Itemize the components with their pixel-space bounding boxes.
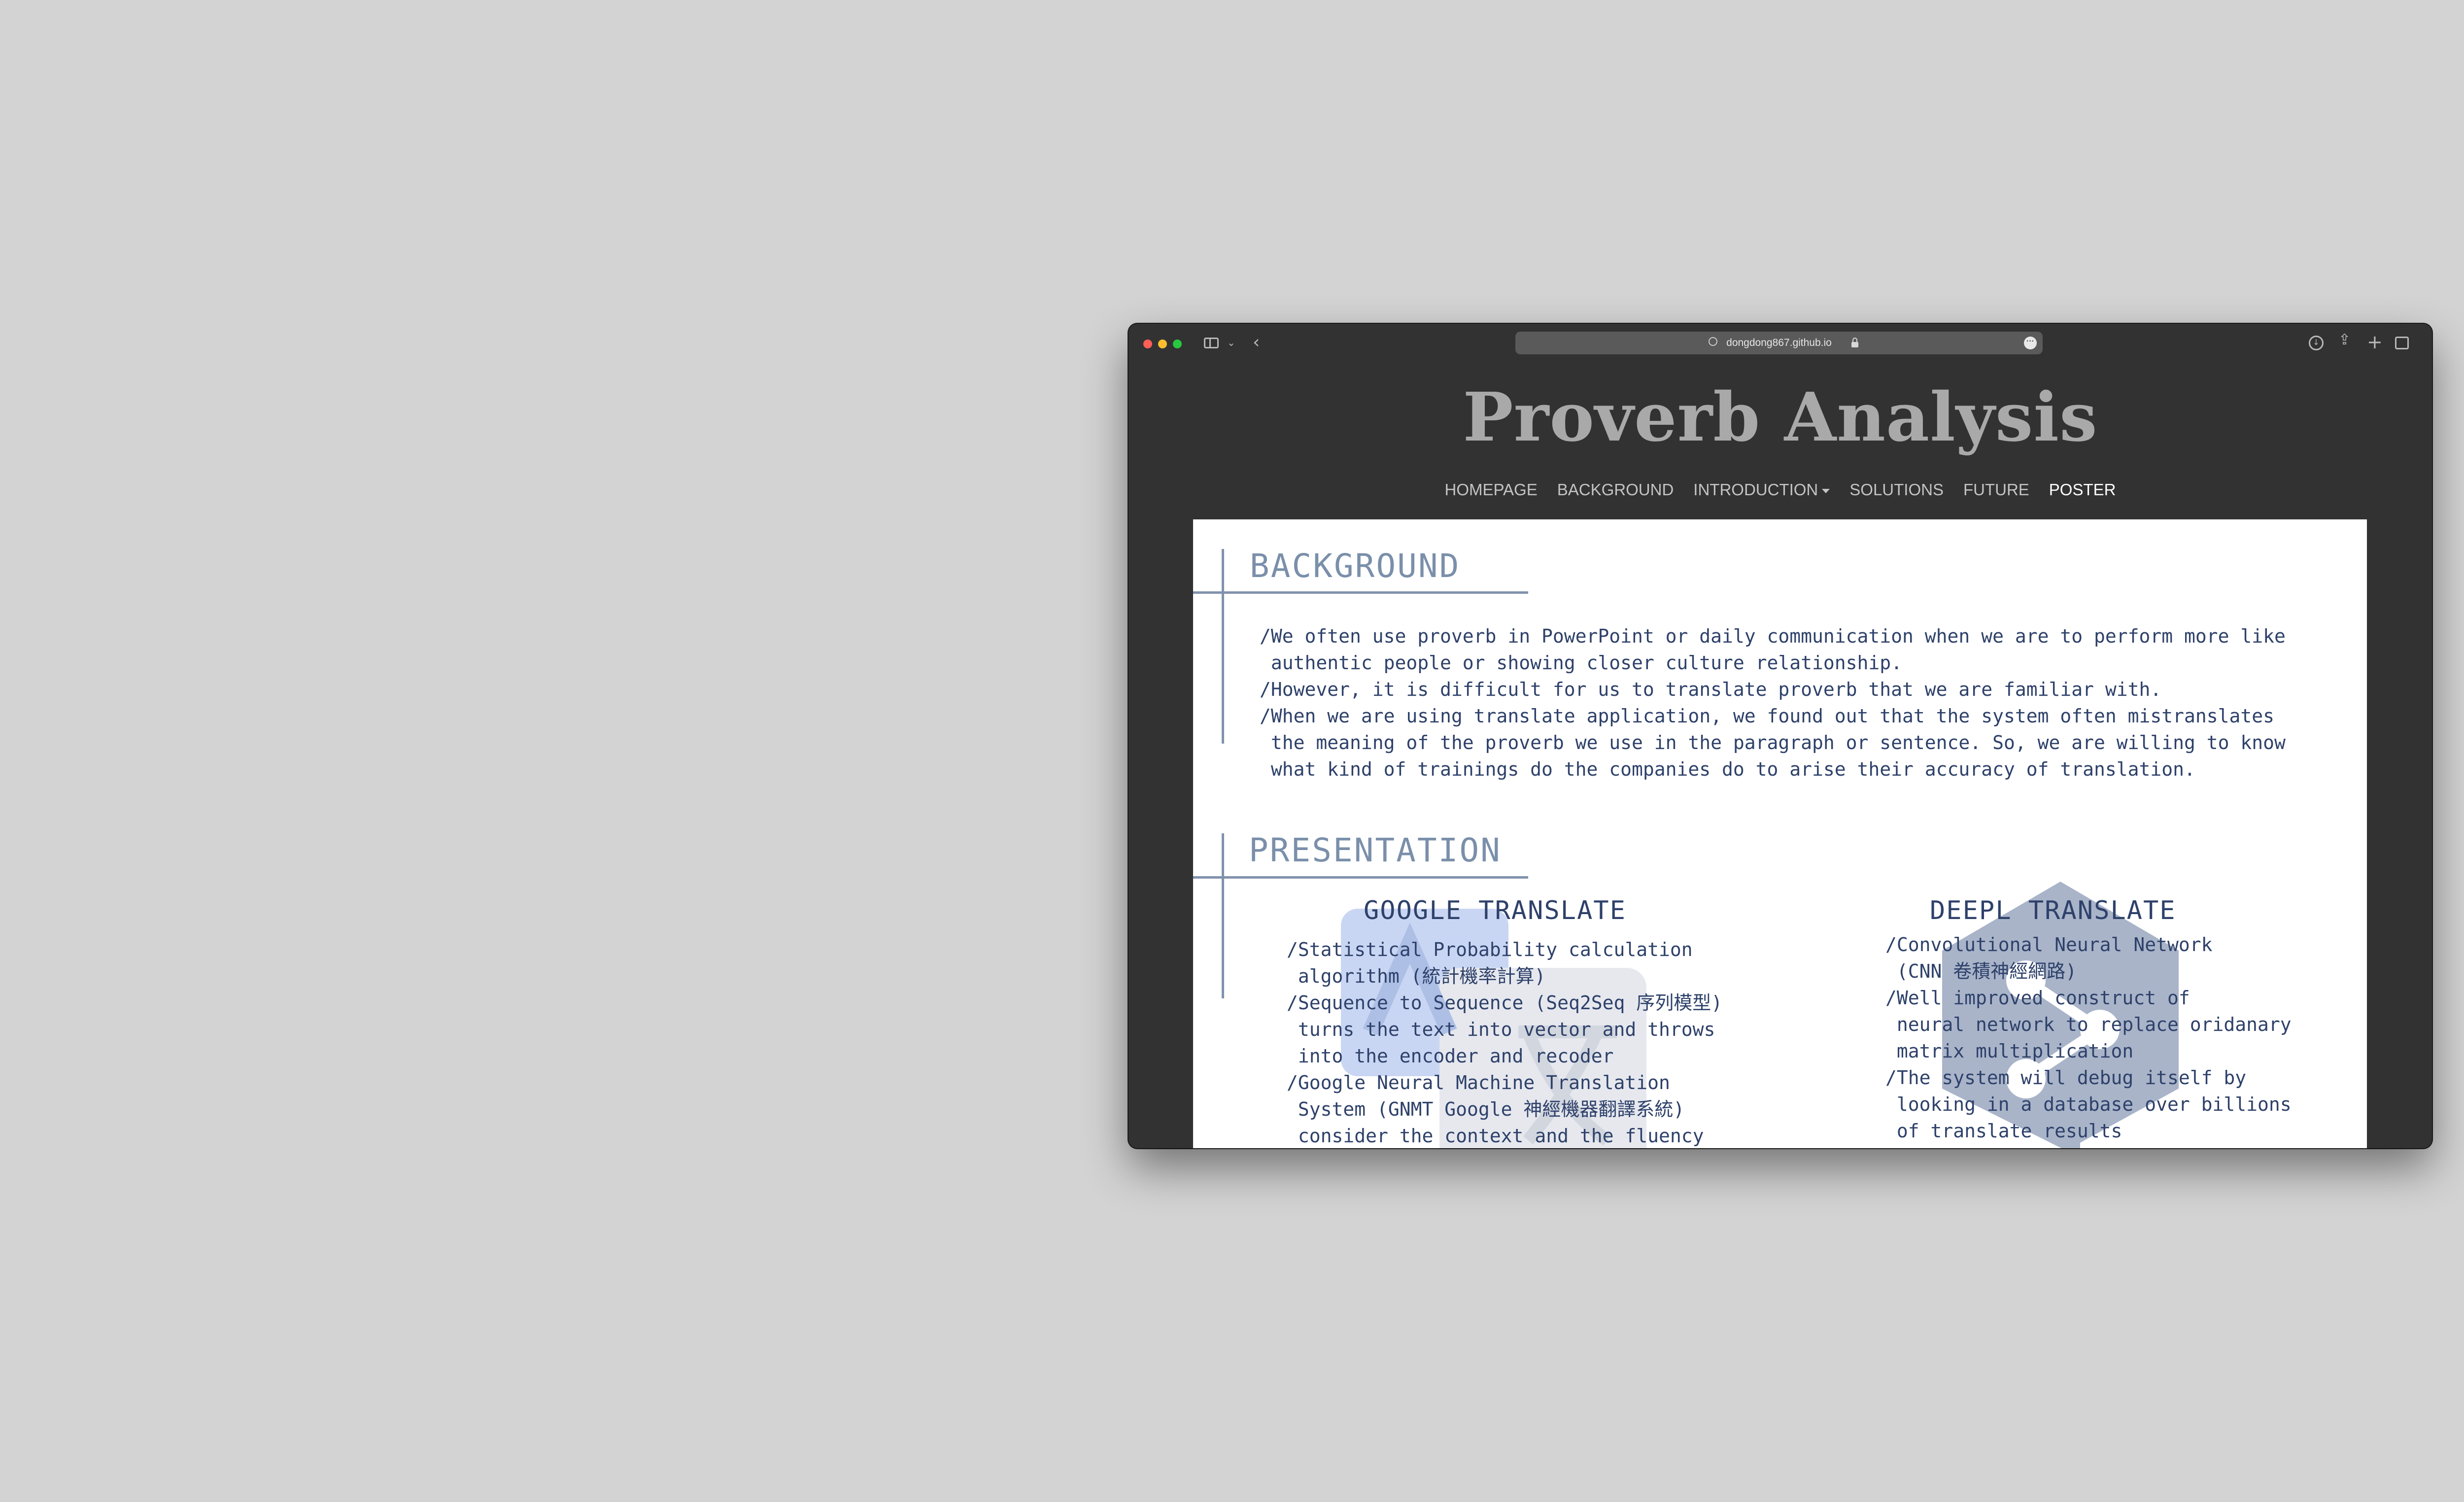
lock-icon <box>1851 338 1858 347</box>
deepl-line: /The system will debug itself by <box>1885 1067 2247 1089</box>
background-line: /However, it is difficult for us to tran… <box>1260 679 2162 700</box>
nav-poster[interactable]: POSTER <box>2049 480 2116 499</box>
title-bar: ⌄ ‹ dongdong867.github.io ··· ↓ ⇪ + <box>1129 324 2432 363</box>
browser-window: ⌄ ‹ dongdong867.github.io ··· ↓ ⇪ + Prov… <box>1129 324 2432 1148</box>
caret-down-icon <box>1822 488 1830 493</box>
zoom-window-button[interactable] <box>1173 340 1182 348</box>
deepl-line: /Well improved construct of <box>1885 987 2190 1009</box>
deepl-line: /Convolutional Neural Network <box>1885 934 2213 956</box>
nav-homepage[interactable]: HOMEPAGE <box>1444 480 1537 499</box>
tabs-overview-icon[interactable] <box>2395 337 2409 349</box>
nav-introduction[interactable]: INTRODUCTION <box>1693 480 1830 499</box>
more-icon[interactable]: ··· <box>2024 337 2037 349</box>
minimize-window-button[interactable] <box>1158 340 1167 348</box>
nav-future[interactable]: FUTURE <box>1963 480 2029 499</box>
google-translate-text: /Statistical Probability calculation alg… <box>1287 936 1722 1148</box>
google-line: consider the context and the fluency <box>1287 1125 1704 1147</box>
presentation-horizontal-rule <box>1193 876 1528 879</box>
google-line: algorithm (統計機率計算) <box>1287 965 1546 987</box>
deepl-line: (CNN 卷積神經網路) <box>1885 960 2077 982</box>
background-line: authentic people or showing closer cultu… <box>1260 652 1903 674</box>
google-line: /Sequence to Sequence (Seq2Seq 序列模型) <box>1287 992 1723 1014</box>
new-tab-icon[interactable]: + <box>2367 333 2383 351</box>
nav-background[interactable]: BACKGROUND <box>1557 480 1674 499</box>
google-translate-title: GOOGLE TRANSLATE <box>1364 896 1626 925</box>
address-bar[interactable]: dongdong867.github.io ··· <box>1515 332 2043 354</box>
google-line: /Google Neural Machine Translation <box>1287 1072 1670 1093</box>
deepl-line: matrix multiplication <box>1885 1040 2134 1062</box>
main-nav: HOMEPAGE BACKGROUND INTRODUCTION SOLUTIONS F… <box>1129 480 2432 499</box>
deepl-line: of translate results <box>1885 1120 2122 1142</box>
background-vertical-rule <box>1222 549 1224 744</box>
background-horizontal-rule <box>1193 591 1528 594</box>
deepl-translate-title: DEEPL TRANSLATE <box>1930 896 2176 925</box>
sidebar-icon[interactable] <box>1204 338 1219 348</box>
poster-content: BACKGROUND /We often use proverb in Powe… <box>1193 519 2367 1148</box>
chevron-down-icon[interactable]: ⌄ <box>1227 338 1235 347</box>
background-line: what kind of trainings do the companies … <box>1260 758 2195 780</box>
background-text: /We often use proverb in PowerPoint or d… <box>1260 623 2286 783</box>
background-heading: BACKGROUND <box>1250 547 1461 585</box>
background-line: the meaning of the proverb we use in the… <box>1260 732 2286 753</box>
nav-solutions[interactable]: SOLUTIONS <box>1849 480 1944 499</box>
google-line: into the encoder and recoder <box>1287 1045 1614 1067</box>
close-window-button[interactable] <box>1143 340 1152 348</box>
google-line: turns the text into vector and throws <box>1287 1019 1715 1040</box>
deepl-line: looking in a database over billions <box>1885 1093 2292 1115</box>
google-line: System (GNMT Google 神經機器翻譯系統) <box>1287 1098 1685 1120</box>
google-line: /Statistical Probability calculation <box>1287 939 1693 960</box>
presentation-vertical-rule <box>1222 833 1224 998</box>
url-text: dongdong867.github.io <box>1726 337 1832 348</box>
deepl-translate-text: /Convolutional Neural Network (CNN 卷積神經網… <box>1885 931 2292 1144</box>
site-title: Proverb Analysis <box>1463 378 2098 457</box>
nav-introduction-label: INTRODUCTION <box>1693 480 1818 499</box>
deepl-line: neural network to replace oridanary <box>1885 1014 2292 1035</box>
share-icon[interactable]: ⇪ <box>2338 333 2351 347</box>
background-line: /When we are using translate application… <box>1260 705 2275 727</box>
background-line: /We often use proverb in PowerPoint or d… <box>1260 625 2286 647</box>
presentation-heading: PRESENTATION <box>1249 831 1502 869</box>
download-icon[interactable]: ↓ <box>2309 336 2324 350</box>
back-icon[interactable]: ‹ <box>1253 334 1260 351</box>
